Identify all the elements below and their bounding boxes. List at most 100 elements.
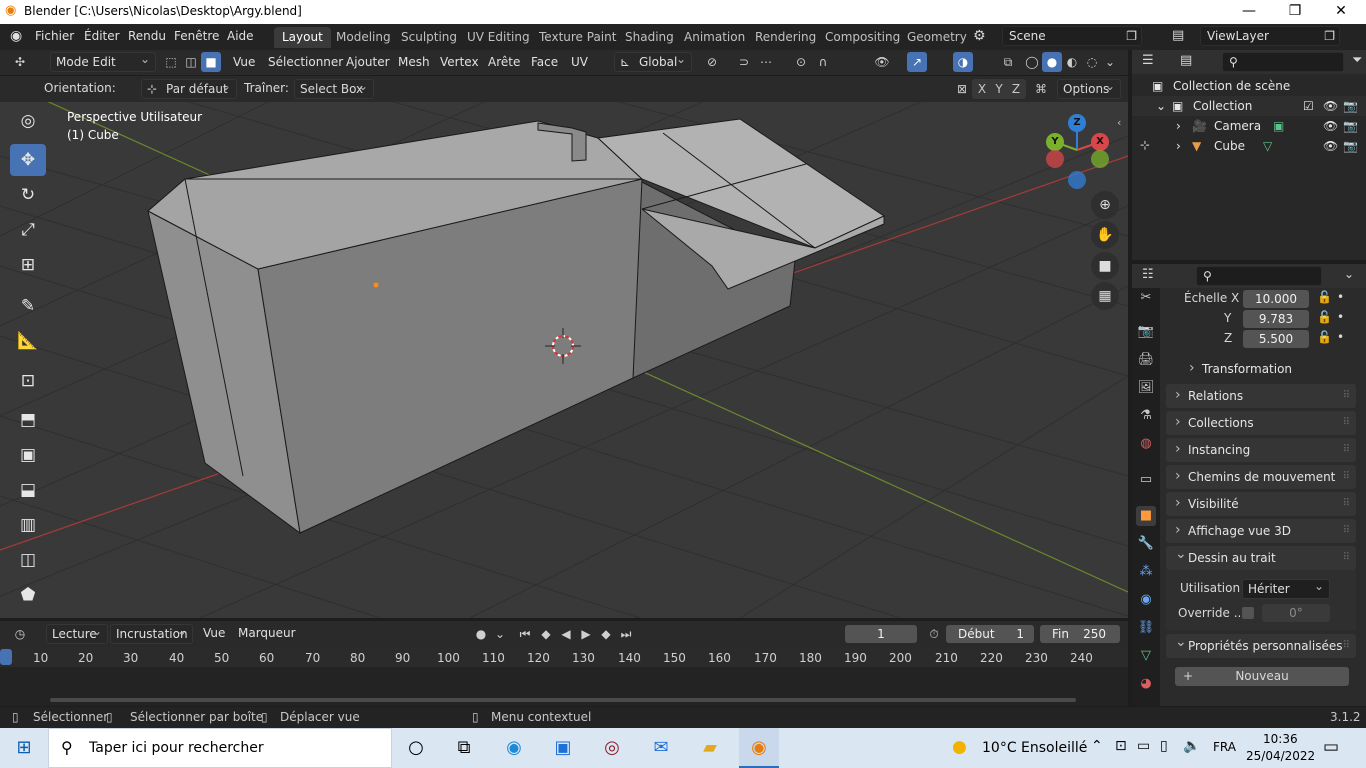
render-tab-icon[interactable]: 📷 [1136,322,1156,342]
cube-mesh[interactable] [147,118,886,535]
scale-y-field[interactable]: 9.783 [1243,310,1309,328]
panel-visibility[interactable]: Visibilité⠿ [1166,491,1356,516]
tool-tab-icon[interactable]: ✂ [1136,288,1156,308]
weather-text[interactable]: 10°C Ensoleillé [982,740,1087,756]
chevron-down-icon[interactable]: ⌄ [1344,267,1354,281]
minimize-icon[interactable]: — [1226,0,1272,24]
tab-sculpting[interactable]: Sculpting [393,27,465,48]
display-mode-icon[interactable]: ▤ [1180,53,1192,68]
copy-scene-icon[interactable]: ❐ [1126,27,1137,45]
loop-cut-tool-icon[interactable]: ▥ [10,509,46,541]
camera-render-icon[interactable]: 📷 [1343,116,1358,136]
object-tab-icon[interactable]: ■ [1136,506,1156,526]
tab-texture-paint[interactable]: Texture Paint [531,27,624,48]
end-frame-field[interactable]: Fin 250 [1040,625,1120,643]
move-tool-icon[interactable]: ✥ [10,144,46,176]
transform-orientation-dropdown[interactable]: ⊾ Global [614,50,692,72]
measure-tool-icon[interactable]: 📐 [10,325,46,357]
file-explorer-icon[interactable]: ▰ [690,734,730,762]
clock-date[interactable]: 25/04/2022 [1246,749,1315,763]
panel-delta-transform[interactable]: Transformation différentielle [1180,356,1356,400]
keyframe-dot-icon[interactable]: • [1337,310,1344,324]
menu-editer[interactable]: Éditer [84,29,120,43]
usage-dropdown[interactable]: Hériter [1242,577,1330,599]
edge-select-icon[interactable]: ◫ [181,52,201,72]
wireframe-shading-icon[interactable]: ◯ [1022,52,1042,72]
prev-keyframe-icon[interactable]: ◆ [536,624,556,644]
menu-selectionner[interactable]: Sélectionner [268,55,343,69]
outliner-editor-icon[interactable]: ☰ [1142,53,1154,68]
gizmo-neg-x-axis[interactable] [1046,150,1064,168]
pan-hand-icon[interactable]: ✋ [1091,221,1119,249]
gizmo-x-axis[interactable]: X [1091,133,1109,151]
material-tab-icon[interactable]: ◕ [1136,674,1156,694]
panel-instancing[interactable]: Instancing⠿ [1166,437,1356,462]
tab-rendering[interactable]: Rendering [747,27,824,48]
timeline-editor-icon[interactable]: ◷ [10,624,30,644]
modifier-tab-icon[interactable]: 🔧 [1136,534,1156,554]
mesh-data-tab-icon[interactable]: ▽ [1136,646,1156,666]
tab-layout[interactable]: Layout [274,27,331,48]
language-indicator[interactable]: FRA [1213,740,1236,754]
clock-time[interactable]: 10:36 [1263,732,1298,746]
zoom-icon[interactable]: ⊕ [1091,191,1119,219]
jump-start-icon[interactable]: ⏮ [515,624,535,644]
shading-options-icon[interactable]: ⌄ [1100,52,1120,72]
keyframe-dot-icon[interactable]: • [1337,330,1344,344]
weather-sun-icon[interactable]: ● [952,737,967,757]
task-view-icon[interactable]: ⧉ [444,734,484,762]
tab-shading[interactable]: Shading [617,27,682,48]
windows-start-icon[interactable]: ⊞ [4,734,44,762]
timeline-area[interactable]: 10 20 30 40 50 60 70 80 90 100 110 120 1… [0,647,1128,706]
view-layer-tab-icon[interactable]: 🖼 [1136,378,1156,398]
vertex-select-icon[interactable]: ⬚ [161,52,181,72]
start-frame-field[interactable]: Début 1 [946,625,1034,643]
poly-build-tool-icon[interactable]: ⬟ [10,579,46,611]
snap-icon[interactable]: ⊃ [734,52,754,72]
scene-tab-icon[interactable]: ⚗ [1136,406,1156,426]
properties-editor-icon[interactable]: ☷ [1142,267,1154,282]
panel-viewport-display[interactable]: Affichage vue 3D⠿ [1166,518,1356,543]
gizmo-neg-z-axis[interactable] [1068,171,1086,189]
filter-icon[interactable]: ⏷ [1352,53,1362,68]
store-icon[interactable]: ▣ [543,734,583,762]
viewlayer-icon[interactable]: ▤ [1172,28,1184,43]
outliner-search-input[interactable]: ⚲ [1222,52,1344,72]
drag-dropdown[interactable]: Select Box [294,77,374,99]
panel-collections[interactable]: Collections⠿ [1166,410,1356,435]
stopwatch-icon[interactable]: ⏱ [924,624,944,644]
include-checkbox-icon[interactable]: ☑ [1303,96,1314,116]
panel-relations[interactable]: Relations⠿ [1166,383,1356,408]
notification-icon[interactable]: ▭ [1323,737,1339,757]
override-checkbox[interactable] [1242,607,1254,619]
media-player-icon[interactable]: ◎ [592,734,632,762]
perspective-grid-icon[interactable]: ▦ [1091,282,1119,310]
outliner-row-camera[interactable]: › 🎥 Camera ▣ 👁 📷 [1132,116,1366,136]
chevron-up-icon[interactable]: ⌃ [1091,738,1103,754]
restore-icon[interactable]: ❐ [1272,0,1318,24]
physics-tab-icon[interactable]: ◉ [1136,590,1156,610]
blender-taskbar-icon[interactable]: ◉ [739,728,779,768]
scale-x-field[interactable]: 10.000 [1243,290,1309,308]
copy-viewlayer-icon[interactable]: ❐ [1324,27,1335,45]
cortana-icon[interactable]: ○ [396,734,436,762]
mode-dropdown[interactable]: Mode Edit [50,50,156,72]
menu-aide[interactable]: Aide [227,29,254,43]
outliner-side-icon[interactable]: ⊹ [1140,138,1150,152]
falloff-icon[interactable]: ∩ [813,52,833,72]
menu-fichier[interactable]: Fichier [35,29,74,43]
solid-shading-icon[interactable]: ● [1042,52,1062,72]
transform-tool-icon[interactable]: ⊞ [10,249,46,281]
viewlayer-field[interactable]: ViewLayer ❐ [1200,26,1340,46]
annotate-tool-icon[interactable]: ✎ [10,290,46,322]
constraints-tab-icon[interactable]: ⛓ [1136,618,1156,638]
knife-tool-icon[interactable]: ◫ [10,544,46,576]
mirror-z-button[interactable]: Z [1006,79,1026,99]
network-icon[interactable]: ▯ [1160,738,1168,754]
overlay-toggle-icon[interactable]: ◑ [953,52,973,72]
keyframe-dot-icon[interactable]: • [1337,290,1344,304]
playback-dropdown[interactable]: Lecture [46,622,108,644]
rendered-shading-icon[interactable]: ◌ [1082,52,1102,72]
tab-uv-editing[interactable]: UV Editing [459,27,538,48]
edge-browser-icon[interactable]: ◉ [494,734,534,762]
